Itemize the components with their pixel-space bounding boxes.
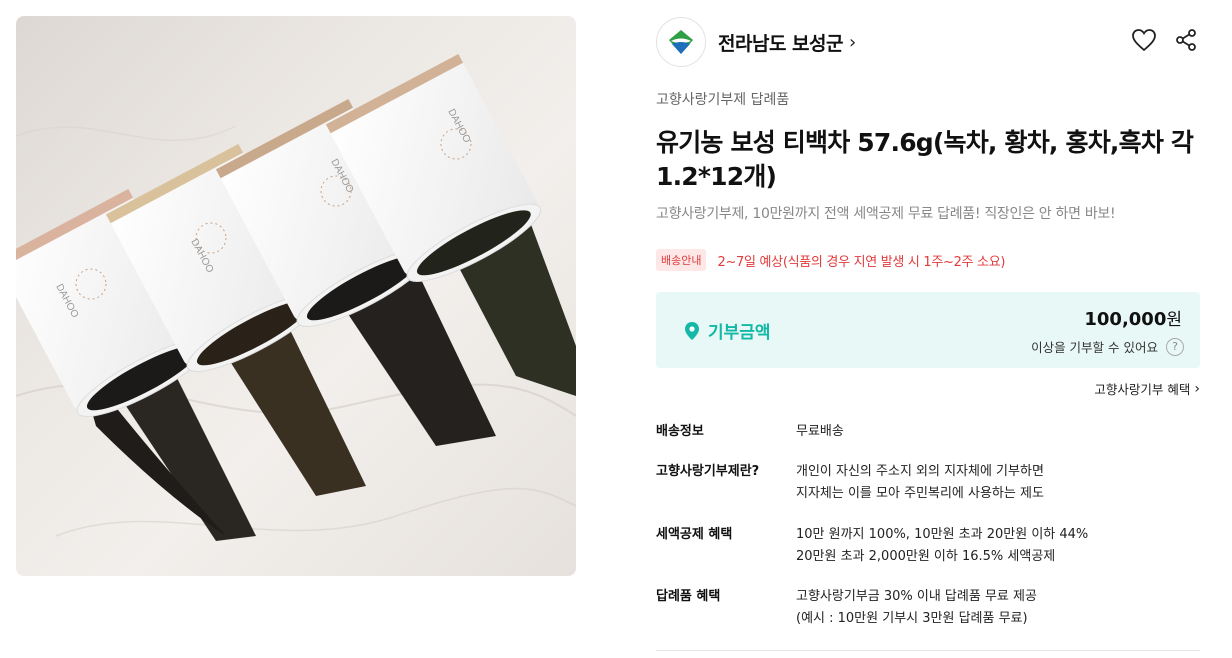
share-icon: [1176, 29, 1196, 51]
help-icon[interactable]: ?: [1166, 337, 1184, 356]
product-info-panel: 전라남도 보성군 › 고향사랑기부제 답례품 유기농 보성 티백차 57.6g(…: [656, 0, 1200, 658]
info-value: 10만 원까지 100%, 10만원 초과 20만원 이하 44%: [796, 527, 1089, 542]
donation-label-text: 기부금액: [708, 323, 771, 343]
donation-amount-value: 100,000: [1084, 309, 1167, 330]
share-button[interactable]: [1172, 26, 1200, 54]
product-title: 유기농 보성 티백차 57.6g(녹차, 황차, 홍차,흑차 각 1.2*12개…: [656, 128, 1194, 191]
info-key: 고향사랑기부제란?: [656, 464, 760, 479]
top-actions: [1130, 26, 1200, 54]
donation-currency: 원: [1166, 310, 1182, 330]
delivery-notice: 배송안내 2~7일 예상(식품의 경우 지연 발생 시 1주~2주 소요): [656, 249, 1005, 271]
donation-note: 이상을 기부할 수 있어요 ?: [1031, 337, 1184, 356]
boseong-logo-icon: [669, 30, 693, 54]
tea-tins-illustration: DAHOO DAHOO DAHOO DAHOO: [16, 53, 576, 541]
donation-amount: 100,000원: [1084, 305, 1182, 330]
wishlist-button[interactable]: [1130, 26, 1158, 54]
product-category: 고향사랑기부제 답례품: [656, 92, 790, 108]
info-value: 20만원 초과 2,000만원 이하 16.5% 세액공제: [796, 549, 1056, 564]
info-key: 답례품 혜택: [656, 589, 721, 604]
info-value: 지자체는 이를 모아 주민복리에 사용하는 제도: [796, 486, 1044, 501]
chevron-right-icon: ›: [1194, 380, 1200, 397]
chevron-right-icon: ›: [848, 31, 857, 53]
delivery-text: 2~7일 예상(식품의 경우 지연 발생 시 1주~2주 소요): [717, 254, 1006, 270]
donation-label: 기부금액: [684, 318, 771, 343]
product-subtitle: 고향사랑기부제, 10만원까지 전액 세액공제 무료 답례품! 직장인은 안 하…: [656, 206, 1116, 222]
benefit-link[interactable]: 고향사랑기부 혜택 ›: [1094, 379, 1200, 398]
info-value: 고향사랑기부금 30% 이내 답례품 무료 제공: [796, 589, 1037, 604]
delivery-badge: 배송안내: [656, 249, 707, 271]
donation-note-text: 이상을 기부할 수 있어요: [1031, 340, 1158, 355]
info-value: 개인이 자신의 주소지 외의 지자체에 기부하면: [796, 464, 1044, 479]
benefit-link-label: 고향사랑기부 혜택: [1094, 382, 1191, 397]
info-value: 무료배송: [796, 424, 844, 439]
heart-icon: [1132, 29, 1156, 52]
seller-logo: [656, 17, 706, 67]
seller-link[interactable]: 전라남도 보성군 ›: [656, 17, 856, 67]
divider: [656, 650, 1200, 651]
info-key: 배송정보: [656, 424, 704, 439]
info-key: 세액공제 혜택: [656, 527, 733, 542]
product-image[interactable]: DAHOO DAHOO DAHOO DAHOO: [16, 16, 576, 576]
donation-box: 기부금액 100,000원 이상을 기부할 수 있어요 ?: [656, 292, 1200, 368]
location-pin-icon: [684, 321, 700, 341]
seller-name: 전라남도 보성군: [718, 32, 843, 55]
info-value: (예시 : 10만원 기부시 3만원 답례품 무료): [796, 611, 1028, 626]
